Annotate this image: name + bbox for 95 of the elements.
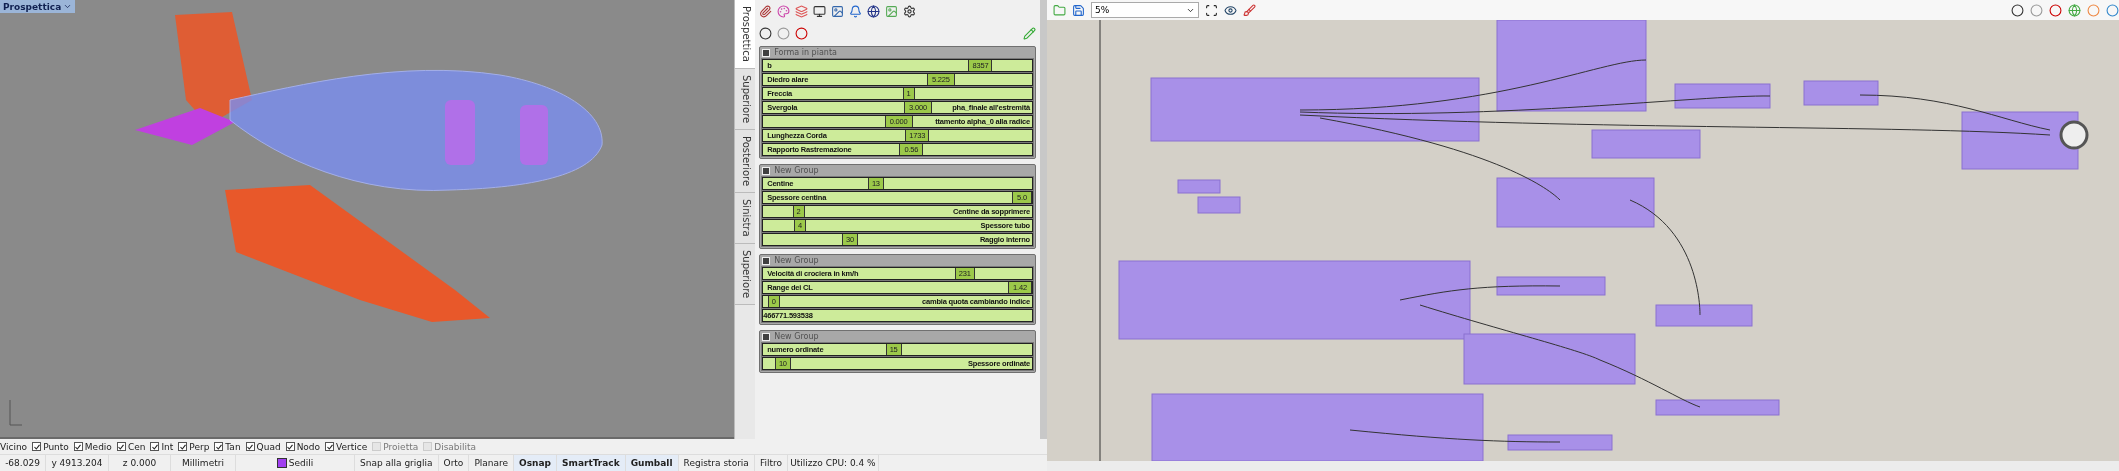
checkbox[interactable] [214, 442, 224, 451]
status-text: y 4913.204 [46, 455, 109, 471]
group-title: New Group [774, 256, 819, 265]
status-text: -68.029 [0, 455, 46, 471]
dial-icon[interactable] [2059, 120, 2089, 150]
group-title: New Group [774, 166, 819, 175]
node-group[interactable] [1496, 177, 1655, 228]
collapse-icon[interactable] [762, 166, 771, 175]
view-tab[interactable]: Superiore [735, 68, 756, 131]
checkbox[interactable] [150, 442, 160, 451]
zoom-extents-icon[interactable] [1205, 3, 1218, 17]
paperclip-icon[interactable] [759, 4, 773, 18]
node-group[interactable] [1674, 83, 1771, 109]
node-group[interactable] [1496, 20, 1647, 112]
osnap-label: Vicino [0, 441, 28, 452]
status-toggle[interactable]: Snap alla griglia [355, 455, 439, 471]
osnap-label: Quad [256, 441, 281, 452]
osnap-label: Punto [43, 441, 69, 452]
status-toggle[interactable]: Osnap [514, 455, 557, 471]
circle-icon[interactable] [2011, 3, 2024, 17]
node-group[interactable] [1150, 77, 1480, 142]
checkbox[interactable] [116, 442, 126, 451]
caret-icon[interactable] [63, 2, 73, 11]
checkbox[interactable] [245, 442, 255, 451]
palette-icon[interactable] [777, 4, 791, 18]
check-icon [179, 443, 186, 450]
node-group[interactable] [1177, 179, 1221, 194]
globe-icon[interactable] [867, 4, 881, 18]
osnap-label: Int [161, 441, 174, 452]
osnap-label: Vertice [336, 441, 368, 452]
status-text: z 0.000 [109, 455, 171, 471]
osnap-label: Nodo [296, 441, 321, 452]
check-icon [33, 443, 40, 450]
collapse-icon[interactable] [762, 256, 771, 265]
image-icon[interactable] [831, 4, 845, 18]
monitor-icon[interactable] [813, 4, 827, 18]
layer-indicator[interactable]: Sedili [236, 455, 355, 471]
save-icon[interactable] [1072, 3, 1085, 17]
view-tab[interactable]: Posteriore [735, 130, 756, 194]
axis-icon [9, 399, 23, 426]
check-icon [287, 443, 294, 450]
view-tab[interactable]: Prospettica [735, 0, 756, 69]
bell-icon[interactable] [849, 4, 863, 18]
node-group[interactable] [1591, 129, 1701, 159]
group-title: Forma in pianta [774, 48, 837, 57]
viewport[interactable]: Prospettica [0, 0, 735, 439]
status-toggle[interactable]: SmartTrack [557, 455, 626, 471]
osnap-label: Cen [127, 441, 146, 452]
view-tab[interactable]: Sinistra [735, 193, 756, 244]
circle-icon[interactable] [2049, 3, 2062, 17]
node-group[interactable] [1803, 80, 1879, 106]
status-toggle[interactable]: Registra storia [678, 455, 755, 471]
brush-icon[interactable] [1243, 3, 1256, 17]
check-icon [75, 443, 82, 450]
group-title: New Group [774, 332, 819, 341]
folder-icon[interactable] [1053, 3, 1066, 17]
zoom-dropdown[interactable]: 5% [1091, 2, 1199, 18]
check-icon [215, 443, 222, 450]
pencil-icon[interactable] [1023, 26, 1036, 40]
node-group[interactable] [1655, 304, 1753, 327]
view-tab[interactable]: Superiore [735, 243, 756, 306]
status-text: Millimetri [171, 455, 236, 471]
viewport-title[interactable]: Prospettica [0, 0, 76, 13]
checkbox[interactable] [285, 442, 295, 451]
check-icon [151, 443, 158, 450]
node-group[interactable] [1151, 393, 1484, 461]
osnap-label: Medio [84, 441, 112, 452]
osnap-label: Disabilita [434, 441, 477, 452]
eye-icon[interactable] [1224, 3, 1237, 17]
check-icon [326, 443, 333, 450]
node-group[interactable] [1496, 276, 1606, 296]
status-toggle[interactable]: Filtro [754, 455, 788, 471]
checkbox[interactable] [32, 442, 42, 451]
node-group[interactable] [1507, 434, 1613, 451]
checkbox[interactable] [178, 442, 188, 451]
node-group[interactable] [1655, 399, 1780, 416]
check-icon [118, 443, 125, 450]
collapse-icon[interactable] [762, 48, 771, 57]
checkbox[interactable] [73, 442, 83, 451]
status-text: Utilizzo CPU: 0.4 % [787, 455, 879, 471]
node-group[interactable] [1197, 196, 1241, 214]
osnap-label: Proietta [383, 441, 419, 452]
osnap-label: Perp [189, 441, 210, 452]
status-toggle[interactable]: Orto [438, 455, 470, 471]
collapse-icon[interactable] [762, 332, 771, 341]
settings-icon[interactable] [903, 4, 917, 18]
circle-icon[interactable] [759, 26, 773, 40]
status-toggle[interactable]: Gumball [625, 455, 679, 471]
checkbox[interactable] [325, 442, 335, 451]
node-group[interactable] [1961, 111, 2079, 170]
check-icon [247, 443, 254, 450]
node-group[interactable] [1118, 260, 1471, 340]
osnap-label: Tan [225, 441, 241, 452]
circle-icon[interactable] [795, 26, 809, 40]
node-group[interactable] [1463, 333, 1636, 385]
